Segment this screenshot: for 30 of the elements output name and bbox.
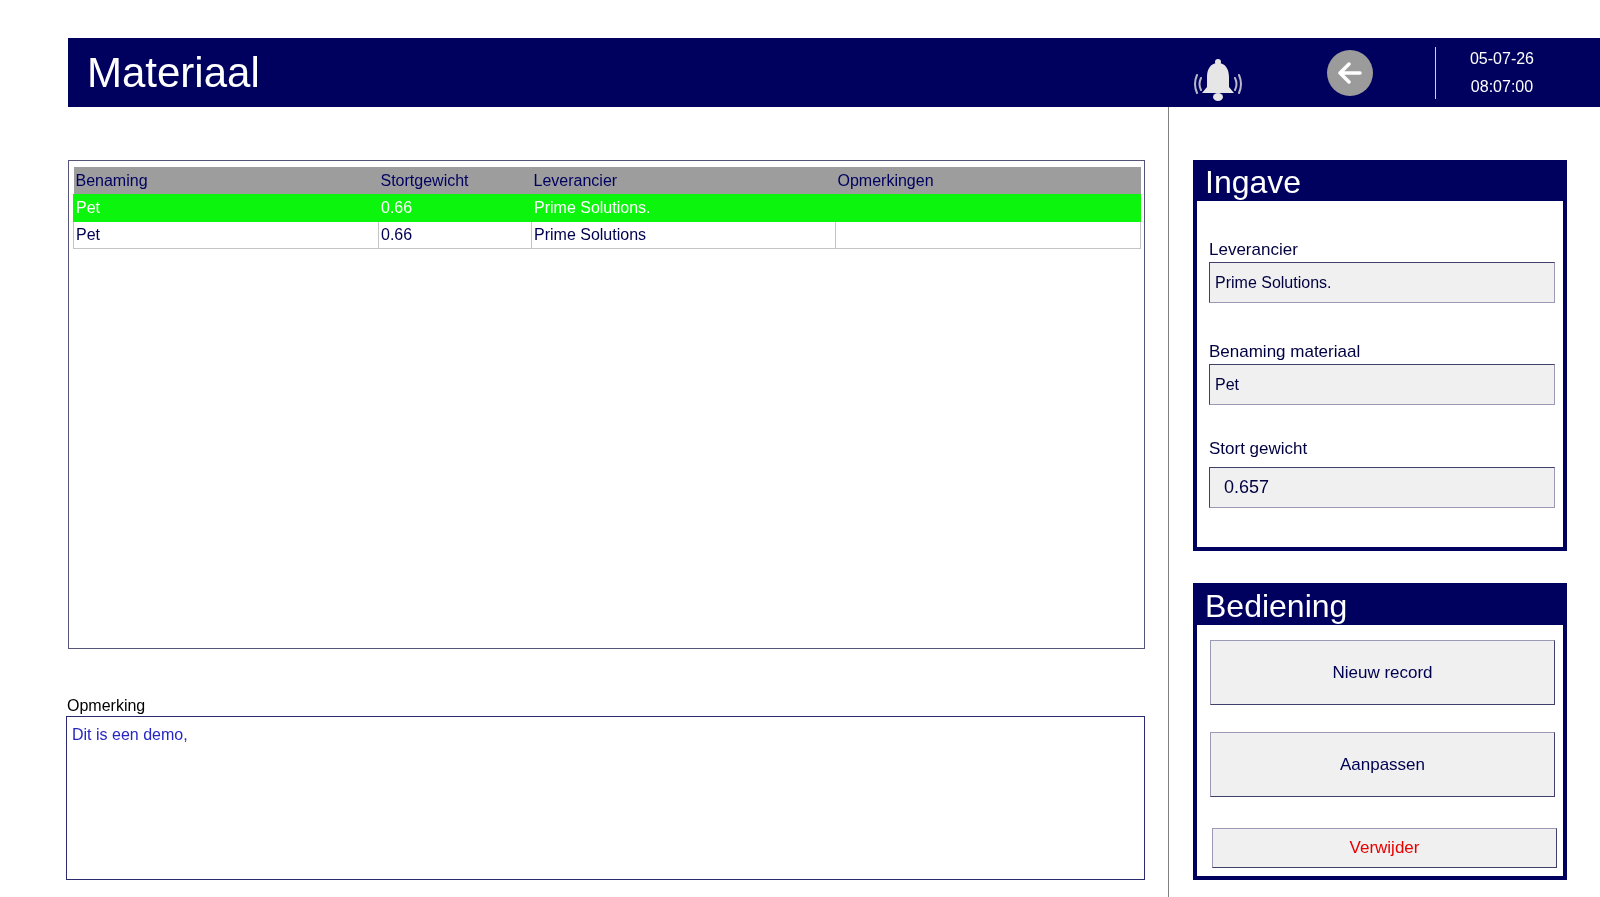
field-label: Benaming materiaal [1209,342,1361,362]
left-arrow-icon [1337,62,1363,84]
table-cell: Prime Solutions [531,221,836,249]
panel-title: Ingave [1197,164,1563,201]
input-field[interactable]: Prime Solutions. [1209,262,1555,303]
back-button[interactable] [1327,50,1373,96]
table-cell: Pet [73,194,379,222]
date-text: 05-07-26 [1469,48,1534,69]
column-header: Leverancier [531,167,836,195]
action-button[interactable]: Aanpassen [1210,732,1555,797]
bell-icon[interactable] [1192,57,1244,102]
table-cell: 0.66 [378,221,532,249]
table-cell: Pet [73,221,379,249]
panel-title: Bediening [1197,587,1563,625]
remark-field[interactable]: Dit is een demo, [66,716,1145,880]
remark-label: Opmerking [66,696,146,715]
input-field[interactable]: Pet [1209,364,1555,405]
table-cell: Prime Solutions. [531,194,836,222]
table-cell: 0.66 [378,194,532,222]
column-header: Stortgewicht [378,167,532,195]
time-text: 08:07:00 [1470,76,1534,97]
column-header: Opmerkingen [835,167,1141,195]
column-header: Benaming [73,167,379,195]
field-label: Leverancier [1209,240,1298,260]
field-label: Stort gewicht [1209,439,1308,459]
page-title: Materiaal [86,48,260,97]
action-button[interactable]: Nieuw record [1210,640,1555,705]
action-button[interactable]: Verwijder [1212,828,1557,868]
table-row[interactable]: Pet 0.66 Prime Solutions [73,221,1141,249]
input-field[interactable]: 0.657 [1209,467,1555,508]
